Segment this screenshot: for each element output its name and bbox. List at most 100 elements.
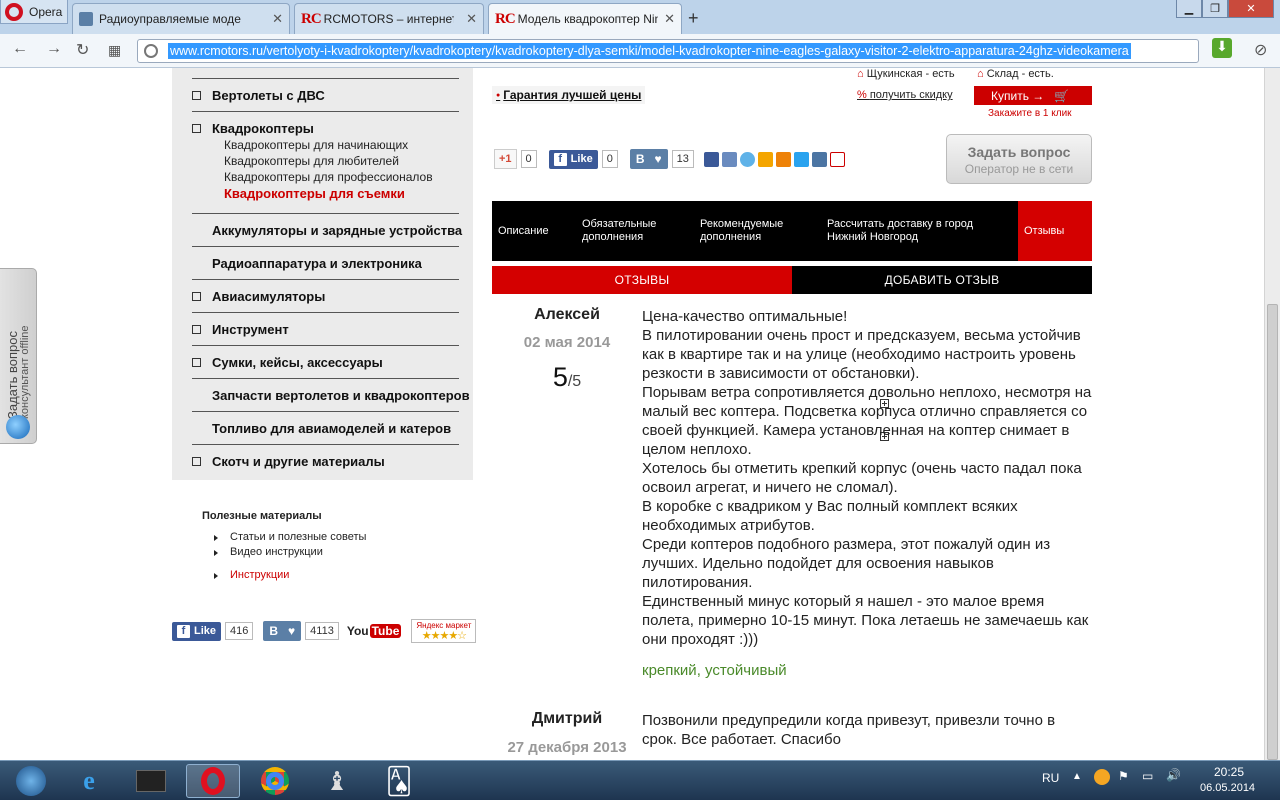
review-score: 5/5	[492, 362, 642, 393]
speed-dial-icon[interactable]: ▦	[108, 42, 121, 59]
new-tab-button[interactable]: +	[688, 8, 699, 29]
category-item[interactable]: Запчасти вертолетов и квадрокоптеров	[192, 388, 889, 408]
close-icon[interactable]: ✕	[466, 11, 477, 27]
category-item[interactable]: Аккумуляторы и зарядные устройства	[192, 223, 889, 243]
category-item[interactable]: Сумки, кейсы, аксессуары	[192, 355, 383, 370]
best-price-guarantee-link[interactable]: Гарантия лучшей цены	[492, 86, 646, 104]
category-item[interactable]: Квадрокоптеры	[192, 121, 314, 136]
category-item[interactable]: Скотч и другие материалы	[192, 454, 385, 469]
heart-icon: ♥	[654, 152, 662, 166]
tab-description[interactable]: Описание	[498, 201, 578, 261]
useful-link[interactable]: Видео инструкции	[214, 546, 323, 558]
site-info-icon[interactable]	[144, 44, 158, 58]
facebook-like-button[interactable]: f Like	[172, 621, 222, 641]
category-item[interactable]: Топливо для авиамоделей и катеров	[192, 421, 889, 441]
tab-1[interactable]: Радиоуправляемые моде ✕	[72, 3, 290, 34]
flag-icon[interactable]: ⚑	[1118, 769, 1129, 783]
facebook-like-button[interactable]: f Like	[548, 149, 598, 169]
start-button[interactable]	[4, 764, 58, 798]
close-icon[interactable]: ✕	[272, 11, 283, 27]
category-item[interactable]: Вертолеты с ДВС	[192, 88, 325, 103]
close-icon[interactable]: ✕	[664, 11, 675, 27]
reload-icon[interactable]: ↻	[76, 40, 89, 60]
back-icon[interactable]: ←	[12, 40, 28, 58]
score-max: /5	[567, 373, 582, 390]
ask-subtitle: Оператор не в сети	[964, 162, 1074, 176]
youtube-logo[interactable]: You Tube	[347, 624, 402, 638]
divider	[192, 213, 459, 214]
google-plus-button[interactable]: +1	[494, 149, 517, 169]
mail-ru-icon[interactable]	[757, 151, 773, 167]
taskbar-chrome[interactable]	[248, 764, 302, 798]
category-label: Запчасти вертолетов и квадрокоптеров	[212, 388, 470, 403]
maximize-button[interactable]: ❐	[1202, 0, 1228, 18]
clock-date[interactable]: 06.05.2014	[1200, 782, 1255, 794]
ask-question-button[interactable]: Задать вопрос Оператор не в сети	[946, 134, 1092, 184]
taskbar-ie[interactable]: e	[62, 764, 116, 798]
tray-app-icon[interactable]	[1094, 769, 1110, 785]
yandex-market-badge[interactable]: Яндекс маркет ★★★★☆	[411, 619, 477, 643]
one-click-link[interactable]: Закажите в 1 клик	[988, 108, 1072, 119]
category-item[interactable]: Инструмент	[192, 322, 289, 337]
vk-share-icon[interactable]	[811, 151, 827, 167]
tab-delivery[interactable]: Рассчитать доставку в город Нижний Новго…	[827, 201, 977, 261]
display-icon[interactable]: ▭	[1142, 769, 1153, 783]
download-icon[interactable]: ⬇	[1212, 38, 1232, 58]
useful-link[interactable]: Статьи и полезные советы	[213, 531, 366, 543]
useful-link[interactable]: Инструкции	[213, 569, 289, 581]
chess-icon: ♝	[325, 765, 349, 796]
liveinternet-icon[interactable]	[829, 151, 845, 167]
minimize-button[interactable]: ▁	[1176, 0, 1202, 18]
collapsed-icon	[192, 358, 201, 367]
yt-text: You	[346, 624, 369, 638]
tray-expand-icon[interactable]: ▲	[1072, 771, 1082, 782]
taskbar-opera[interactable]	[186, 764, 240, 798]
add-review-tab[interactable]: ДОБАВИТЬ ОТЗЫВ	[792, 266, 1092, 294]
globe-icon	[6, 415, 30, 439]
moi-mir-icon[interactable]	[739, 151, 755, 167]
vk-like-button[interactable]: В ♥	[263, 621, 302, 641]
subcategory-item[interactable]: Квадрокоптеры для начинающих	[224, 138, 408, 152]
tab-required-addons[interactable]: Обязательные дополнения	[582, 201, 692, 261]
tab-2[interactable]: RC RCMOTORS – интернет-м ✕	[294, 3, 484, 34]
divider	[192, 78, 459, 79]
tab-reviews[interactable]: Отзывы	[1018, 201, 1092, 261]
clock-time[interactable]: 20:25	[1214, 765, 1244, 779]
category-item[interactable]: Авиасимуляторы	[192, 289, 325, 304]
tab-3-active[interactable]: RC Модель квадрокоптер Nin ✕	[488, 3, 682, 34]
consultant-widget[interactable]: Задать вопрос консультант offline	[0, 268, 37, 444]
buy-button[interactable]: Купить → 🛒	[974, 86, 1092, 105]
livejournal-icon[interactable]	[721, 151, 737, 167]
volume-icon[interactable]: 🔊	[1166, 768, 1181, 782]
vertical-scrollbar[interactable]	[1264, 68, 1280, 760]
twitter-icon[interactable]	[793, 151, 809, 167]
taskbar-chess[interactable]: ♝	[310, 764, 364, 798]
close-window-button[interactable]: ✕	[1228, 0, 1274, 18]
subcategory-item[interactable]: Квадрокоптеры для профессионалов	[224, 170, 433, 184]
reviews-tab[interactable]: ОТЗЫВЫ	[492, 266, 792, 294]
scrollbar-thumb[interactable]	[1267, 304, 1278, 760]
subcategory-item-active[interactable]: Квадрокоптеры для съемки	[224, 186, 405, 201]
chrome-icon	[261, 767, 289, 795]
address-input[interactable]: www.rcmotors.ru/vertolyoty-i-kvadrokopte…	[137, 39, 1199, 63]
gplus-count: 0	[520, 150, 537, 168]
vk-like-button[interactable]: В ♥	[629, 149, 668, 169]
address-toolbar: ← → ↻ ▦ www.rcmotors.ru/vertolyoty-i-kva…	[0, 34, 1280, 68]
odnoklassniki-icon[interactable]	[775, 151, 791, 167]
opera-menu-button[interactable]: Opera	[0, 0, 68, 24]
category-item[interactable]: Радиоаппаратура и электроника	[192, 256, 889, 276]
forward-icon[interactable]: →	[46, 40, 62, 58]
divider	[192, 378, 459, 379]
stop-icon[interactable]: ⊘	[1254, 40, 1267, 60]
tab-recommended-addons[interactable]: Рекомендуемые дополнения	[700, 201, 812, 261]
taskbar-media[interactable]	[124, 764, 178, 798]
taskbar-cards[interactable]: 🂡	[372, 764, 426, 798]
discount-link[interactable]: % получить скидку	[857, 89, 953, 101]
language-indicator[interactable]: RU	[1042, 771, 1059, 785]
facebook-share-icon[interactable]	[703, 151, 719, 167]
review-item: Дмитрий 27 декабря 2013 Позвонили предуп…	[492, 710, 1092, 760]
divider	[192, 444, 459, 445]
store1-text: Щукинская - есть	[866, 68, 955, 80]
category-label: Квадрокоптеры	[212, 121, 314, 136]
subcategory-item[interactable]: Квадрокоптеры для любителей	[224, 154, 399, 168]
